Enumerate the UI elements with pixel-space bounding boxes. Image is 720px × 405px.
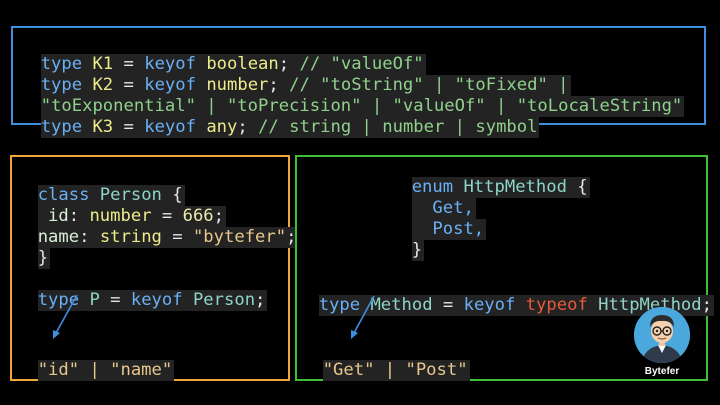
brand-name: Bytefer: [644, 366, 680, 377]
avatar: [634, 307, 690, 363]
result-union-line-right: "Get" | "Post": [322, 360, 470, 381]
cartoon-avatar-icon: [634, 307, 690, 363]
